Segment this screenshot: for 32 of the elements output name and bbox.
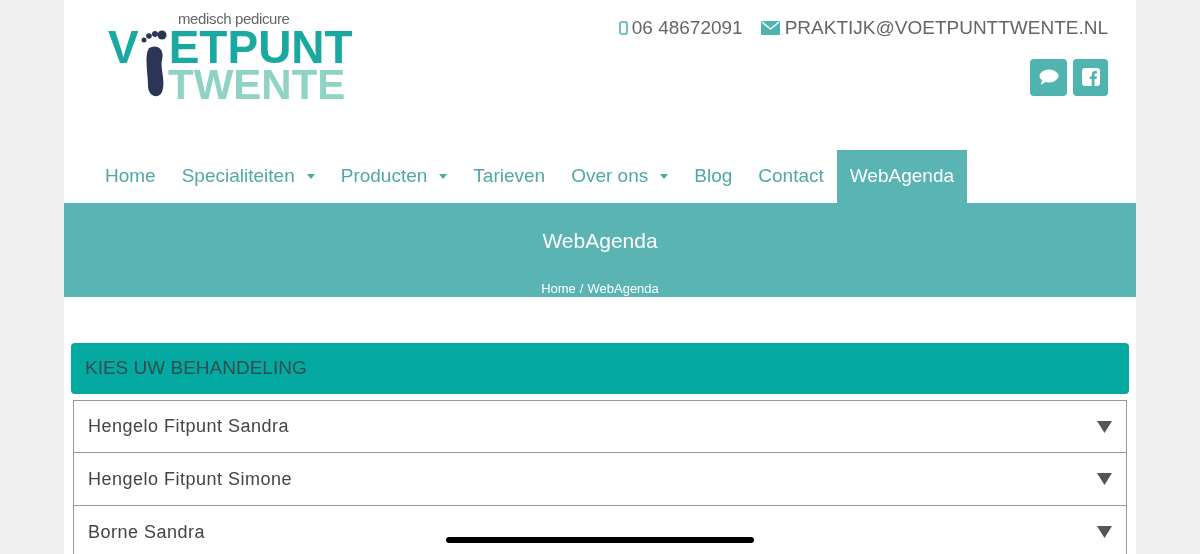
page-title: WebAgenda (542, 228, 658, 254)
logo-text: ETPUNT (168, 28, 353, 66)
nav-item[interactable]: WebAgenda (836, 150, 967, 203)
nav-item[interactable]: Tarieven (460, 150, 559, 203)
triangle-icon (1097, 526, 1112, 538)
logo-text: V (108, 28, 139, 66)
breadcrumb-text: WebAgenda (587, 279, 659, 298)
triangle-icon (1097, 420, 1112, 433)
breadcrumb-link[interactable]: Home (541, 278, 576, 298)
accordion-item[interactable]: Borne Sandra (73, 506, 1127, 554)
speech-bubble-icon (1038, 68, 1059, 86)
envelope-icon (760, 21, 780, 36)
nav-item[interactable]: Specialiteiten (168, 150, 328, 203)
accordion-item[interactable]: Hengelo Fitpunt Sandra (73, 400, 1127, 453)
email-link[interactable]: PRAKTIJK@VOETPUNTTWENTE.NL (784, 14, 1108, 43)
phone-number[interactable]: 06 48672091 (631, 14, 743, 43)
logo-text: TWENTE (168, 66, 346, 104)
accordion-item[interactable]: Hengelo Fitpunt Simone (73, 453, 1127, 506)
chat-button[interactable] (1030, 58, 1067, 96)
nav-item[interactable]: Producten (327, 150, 461, 203)
nav-item[interactable]: Home (92, 150, 169, 203)
nav-item[interactable]: Contact (745, 150, 837, 203)
facebook-icon (1081, 68, 1100, 86)
nav-item[interactable]: Blog (681, 150, 746, 203)
triangle-icon (1097, 473, 1112, 485)
breadcrumb-text: / (579, 279, 584, 298)
section-title: KIES UW BEHANDELING (85, 356, 307, 381)
nav-item[interactable]: Over ons (558, 150, 682, 203)
facebook-button[interactable] (1073, 58, 1108, 96)
logo-tagline: medisch pedicure (178, 10, 291, 28)
mobile-phone-icon (618, 21, 628, 36)
foot-icon (139, 30, 168, 98)
